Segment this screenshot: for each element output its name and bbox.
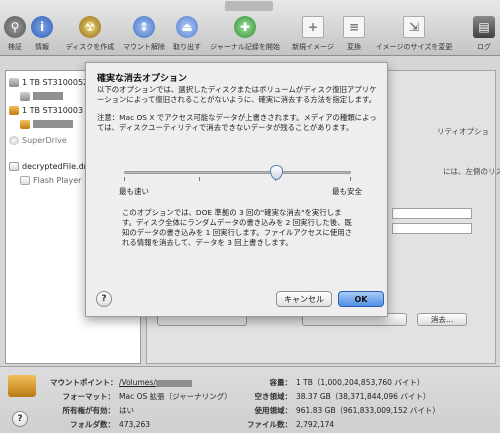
redacted-path <box>155 379 192 387</box>
ok-button[interactable]: OK <box>338 291 384 307</box>
burn-icon: ☢ <box>79 16 101 38</box>
erase-level-slider-track[interactable] <box>124 171 351 174</box>
disk-image-icon <box>9 161 19 171</box>
sidebar-volume-2[interactable] <box>20 117 73 131</box>
volume-icon <box>20 91 30 101</box>
unmount-button[interactable]: ⇕ マウント解除 <box>123 16 165 51</box>
sidebar-flash-player[interactable]: Flash Player <box>20 173 81 187</box>
log-button[interactable]: ▤ ログ <box>472 16 496 51</box>
partial-option-text: リティオプショ <box>437 127 490 136</box>
format-row: フォーマット： Mac OS 拡張（ジャーナリング） <box>62 392 232 401</box>
convert-icon: ≡ <box>343 16 365 38</box>
secure-erase-sheet: 確実な消去オプション 以下のオプションでは、選択したディスクまたはボリュームがデ… <box>85 62 388 317</box>
burn-button[interactable]: ☢ ディスクを作成 <box>66 16 114 51</box>
resize-image-button[interactable]: ⇲ イメージのサイズを変更 <box>376 16 452 51</box>
convert-button[interactable]: ≡ 変換 <box>342 16 366 51</box>
enable-journaling-button[interactable]: ✚ ジャーナル記録を開始 <box>210 16 280 51</box>
optical-drive-icon <box>9 135 19 145</box>
sheet-note: 注意：Mac OS X でアクセス可能なデータが上書きされます。メディアの種類に… <box>97 113 377 132</box>
slider-max-label: 最も安全 <box>332 187 362 196</box>
sheet-help-button[interactable]: ? <box>96 291 112 307</box>
sheet-description: このオプションでは、DOE 準拠の 3 回の"確実な消去"を実行します。ディスク… <box>122 208 353 247</box>
files-row: ファイル数： 2,792,174 <box>247 420 335 429</box>
erase-button[interactable]: 消去... <box>417 313 467 326</box>
sidebar-volume-1[interactable] <box>20 89 63 103</box>
verify-button[interactable]: ⚲ 検証 <box>3 16 27 51</box>
volume-icon <box>20 119 30 129</box>
window-title-redacted <box>225 1 273 11</box>
sheet-title: 確実な消去オプション <box>97 74 188 84</box>
slider-min-label: 最も速い <box>119 187 149 196</box>
format-select[interactable] <box>392 208 472 219</box>
external-disk-icon <box>9 105 19 115</box>
journal-icon: ✚ <box>234 16 256 38</box>
owners-row: 所有権が有効： はい <box>62 406 135 415</box>
mount-point-link[interactable]: /Volumes/ <box>119 378 156 387</box>
cancel-button[interactable]: キャンセル <box>276 291 332 307</box>
new-image-icon: + <box>302 16 324 38</box>
slider-tick <box>199 177 200 181</box>
eject-icon: ⏏ <box>176 16 198 38</box>
folders-row: フォルダ数： 473,263 <box>70 420 151 429</box>
hard-disk-icon <box>9 77 19 87</box>
help-button[interactable]: ? <box>12 411 28 427</box>
info-button[interactable]: i 情報 <box>30 16 54 51</box>
sidebar-superdrive[interactable]: SuperDrive <box>9 133 67 147</box>
slider-tick <box>350 177 351 181</box>
eject-button[interactable]: ⏏ 取り出す <box>173 16 201 51</box>
sheet-intro: 以下のオプションでは、選択したディスクまたはボリュームがディスク復旧アプリケーシ… <box>97 85 377 104</box>
microscope-icon: ⚲ <box>4 16 26 38</box>
volume-icon <box>20 175 30 185</box>
unmount-icon: ⇕ <box>133 16 155 38</box>
sidebar-disk-2[interactable]: 1 TB ST310003 3 <box>9 103 91 117</box>
info-icon: i <box>31 16 53 38</box>
partial-hint-text: には、左側のリス <box>443 167 500 176</box>
disk-info-panel: マウントポイント：/Volumes/ フォーマット： Mac OS 拡張（ジャーナ… <box>0 366 500 433</box>
capacity-row: 容量： 1 TB（1,000,204,853,760 バイト） <box>269 378 425 387</box>
sidebar-disk-image[interactable]: decryptedFile.dm <box>9 159 91 173</box>
mount-point-row: マウントポイント：/Volumes/ <box>50 377 192 388</box>
available-row: 空き領域： 38.37 GB（38,371,844,096 バイト） <box>254 392 431 401</box>
resize-image-icon: ⇲ <box>403 16 425 38</box>
toolbar: ⚲ 検証 i 情報 ☢ ディスクを作成 ⇕ マウント解除 ⏏ 取り出す ✚ ジャ… <box>0 0 500 56</box>
erase-level-slider-knob[interactable] <box>269 165 283 180</box>
used-row: 使用領域： 961.83 GB（961,833,009,152 バイト） <box>254 406 440 415</box>
sidebar-disk-1[interactable]: 1 TB ST3100052 <box>9 75 88 89</box>
name-field[interactable] <box>392 223 472 234</box>
redacted-volume-name <box>33 92 63 100</box>
external-disk-icon <box>8 375 36 397</box>
new-image-button[interactable]: + 新規イメージ <box>292 16 334 51</box>
slider-tick <box>124 177 125 181</box>
redacted-volume-name <box>33 120 73 128</box>
log-icon: ▤ <box>473 16 495 38</box>
